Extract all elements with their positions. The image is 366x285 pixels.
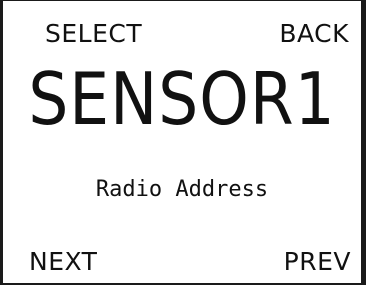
current-menu-item: Radio Address: [95, 177, 269, 202]
device-name-heading: SENSOR1: [28, 57, 336, 142]
lcd-screen: SELECT BACK SENSOR1 Radio Address NEXT P…: [0, 0, 366, 285]
next-softkey-label[interactable]: NEXT: [29, 249, 97, 274]
select-softkey-label[interactable]: SELECT: [45, 21, 142, 46]
back-softkey-label[interactable]: BACK: [279, 21, 349, 46]
prev-softkey-label[interactable]: PREV: [284, 249, 351, 274]
